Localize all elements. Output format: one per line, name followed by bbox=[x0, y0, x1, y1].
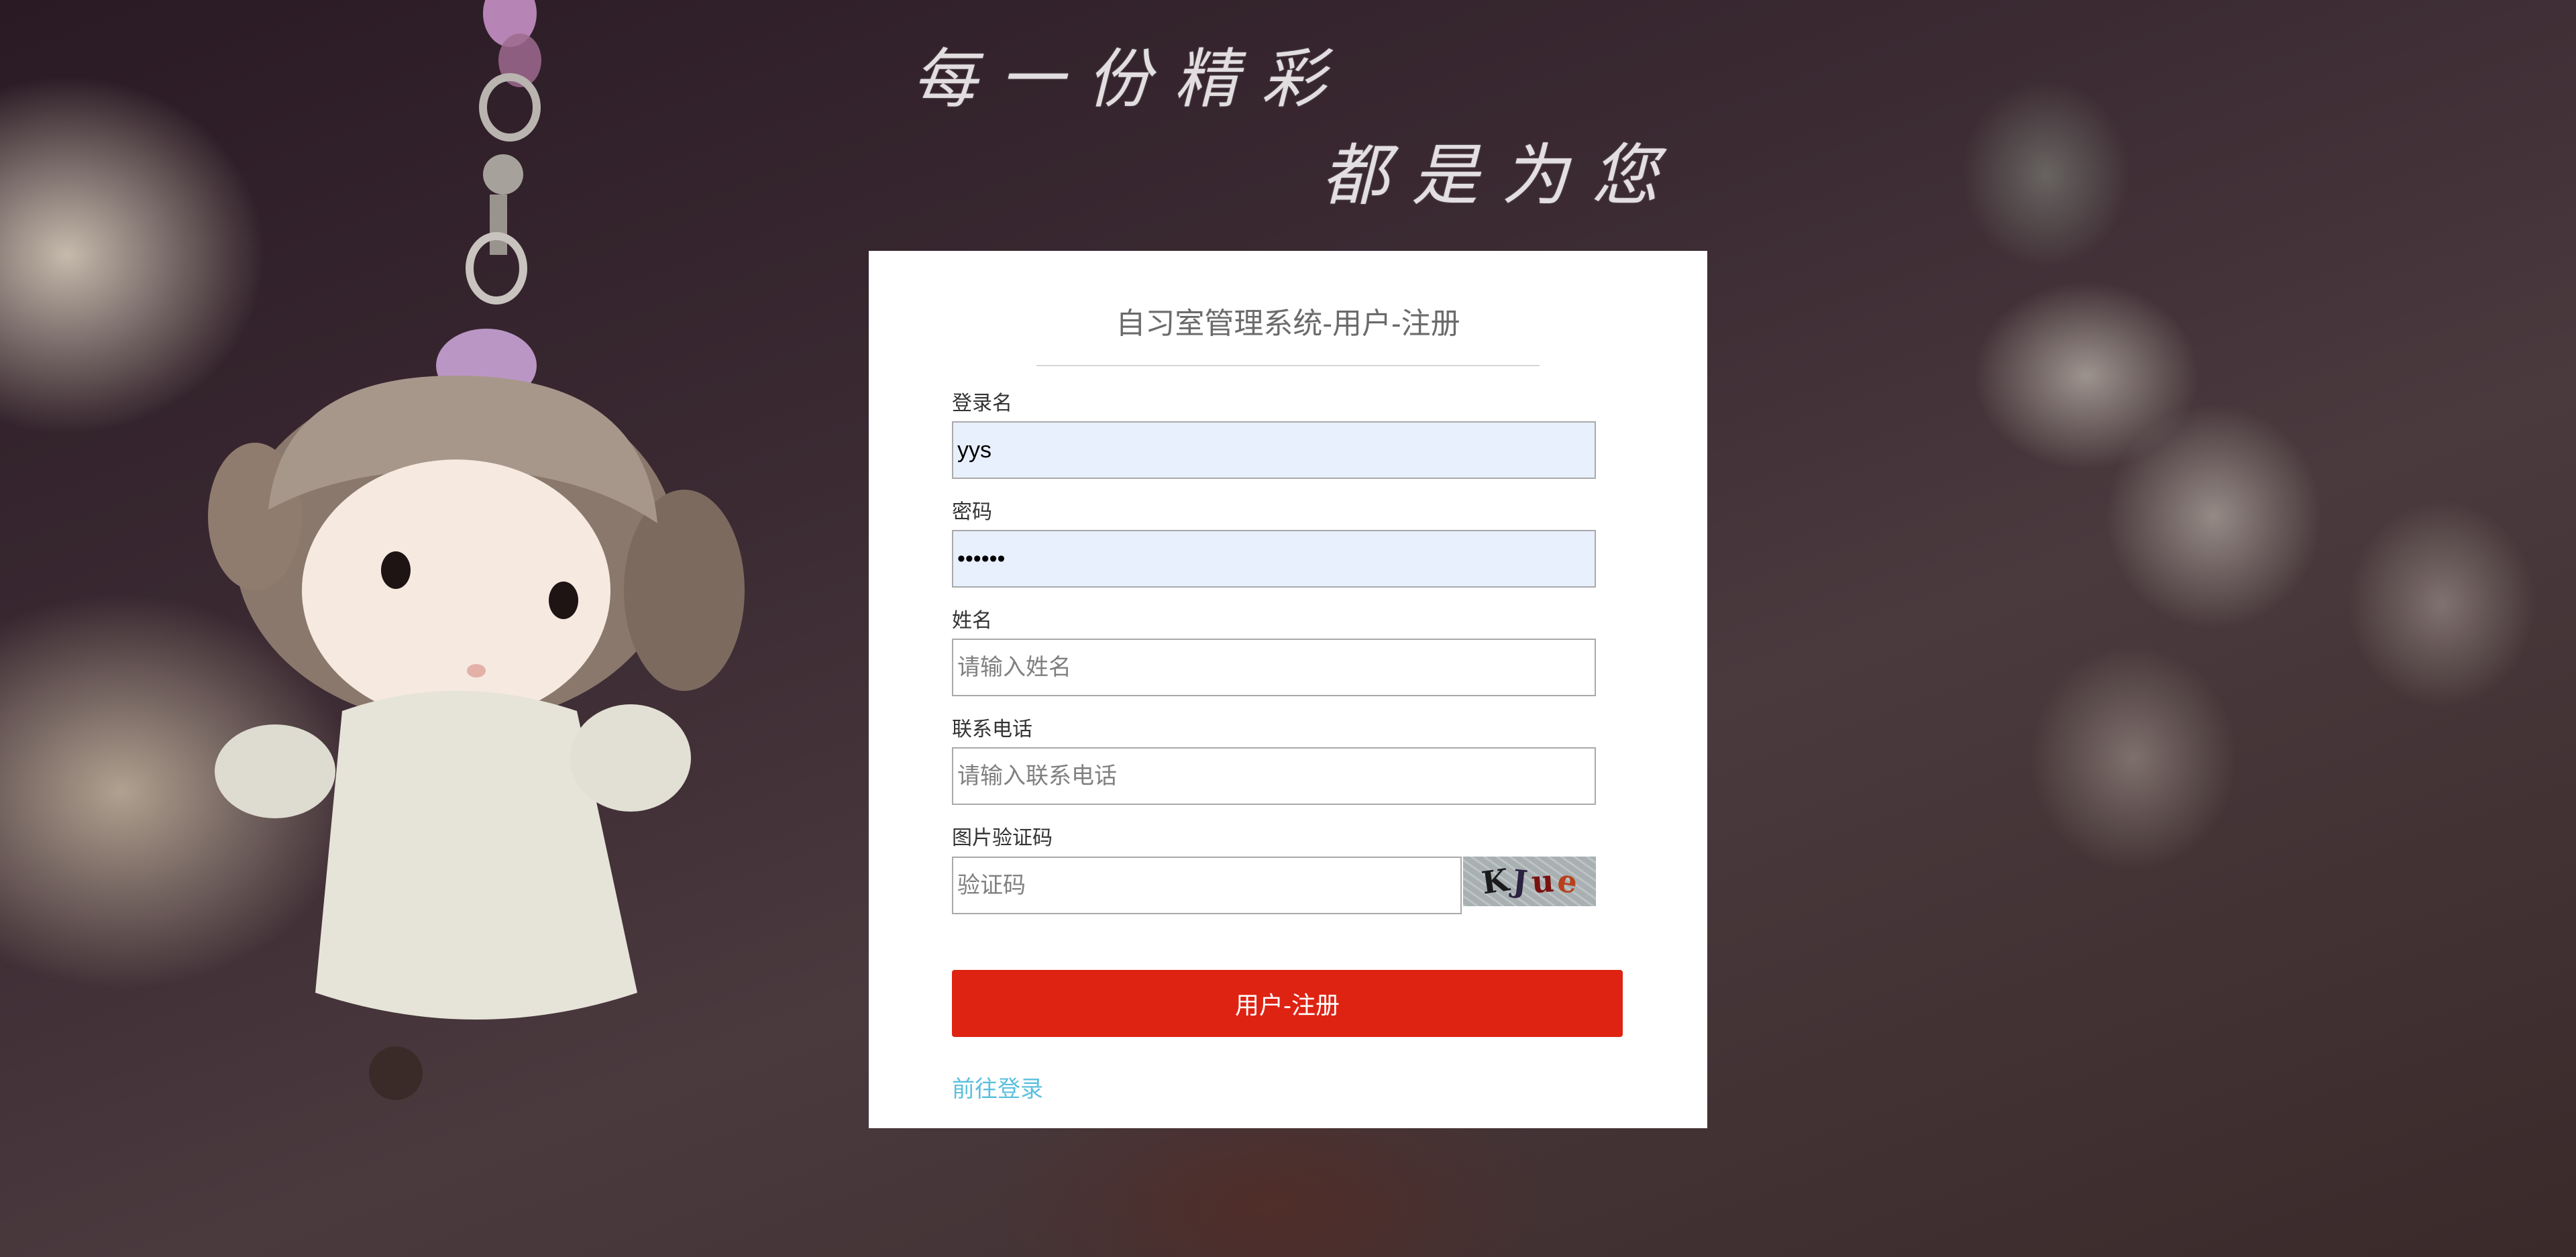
page-title: 自习室管理系统-用户-注册 bbox=[1116, 307, 1460, 340]
phone-input[interactable] bbox=[952, 747, 1596, 805]
go-to-login-link[interactable]: 前往登录 bbox=[952, 1071, 1043, 1103]
captcha-char: u bbox=[1529, 862, 1555, 901]
captcha-input[interactable] bbox=[952, 857, 1462, 914]
name-input[interactable] bbox=[952, 639, 1596, 696]
login-name-input[interactable] bbox=[952, 421, 1596, 479]
name-label: 姓名 bbox=[952, 610, 992, 632]
slogan-line-1: 每一份精彩 bbox=[912, 42, 1348, 117]
captcha-char: K bbox=[1479, 861, 1511, 901]
password-label: 密码 bbox=[952, 501, 992, 523]
login-name-label: 登录名 bbox=[952, 392, 1012, 415]
captcha-char: J bbox=[1510, 863, 1529, 900]
captcha-image[interactable]: K J u e bbox=[1463, 857, 1596, 906]
title-divider bbox=[1036, 365, 1540, 366]
register-button[interactable]: 用户-注册 bbox=[952, 970, 1623, 1037]
password-input[interactable] bbox=[952, 530, 1596, 588]
captcha-char: e bbox=[1554, 861, 1580, 901]
phone-label: 联系电话 bbox=[952, 718, 1032, 741]
register-card: 自习室管理系统-用户-注册 登录名 密码 姓名 联系电话 图片验证码 K J u… bbox=[869, 251, 1707, 1128]
captcha-label: 图片验证码 bbox=[952, 827, 1053, 849]
slogan-line-2: 都是为您 bbox=[1322, 136, 1681, 215]
doll-figure-image bbox=[208, 0, 745, 1100]
